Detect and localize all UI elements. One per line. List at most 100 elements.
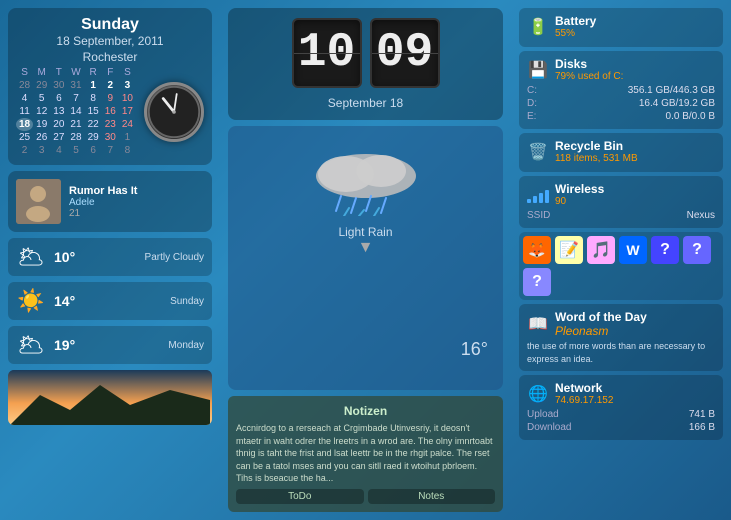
city-name: Rochester: [83, 50, 138, 64]
disks-widget: 💾 Disks 79% used of C: C: 356.1 GB/446.3…: [519, 51, 723, 129]
wireless-widget: Wireless 90 SSID Nexus: [519, 176, 723, 228]
network-title: Network: [555, 381, 613, 395]
track-info: Rumor Has It Adele 21: [69, 185, 204, 219]
cal-header-w: W: [67, 66, 84, 79]
calendar: S M T W R F S 28 29 30: [16, 66, 136, 157]
weather-cloud-svg: [301, 136, 431, 221]
ssid-value: Nexus: [687, 210, 715, 221]
word-definition: the use of more words than are necessary…: [527, 340, 715, 365]
album-art-image: [16, 179, 61, 224]
day-name: Sunday: [81, 16, 139, 34]
track-artist: Adele: [69, 197, 204, 208]
cal-week-1: 28 29 30 31 1 2 3: [16, 79, 136, 92]
disks-title: Disks: [555, 57, 623, 71]
photo-thumbnail: [8, 370, 212, 425]
flip-hour: 10: [292, 18, 362, 88]
weather-row-1: 🌥 10° Partly Cloudy: [8, 238, 212, 276]
notizen-widget: Notizen Accnirdog to a rerseach at Crgim…: [228, 396, 503, 512]
word-icon[interactable]: W: [619, 236, 647, 264]
weather-temp-main: 16°: [461, 339, 488, 360]
bar-2: [533, 196, 537, 203]
disk-c-row: C: 356.1 GB/446.3 GB: [527, 84, 715, 97]
notepad-icon[interactable]: 📝: [555, 236, 583, 264]
battery-title: Battery: [555, 14, 596, 28]
disk-d-row: D: 16.4 GB/19.2 GB: [527, 97, 715, 110]
help-icon-3[interactable]: ?: [523, 268, 551, 296]
cal-week-5: 25 26 27 28 29 30 1: [16, 131, 136, 144]
wireless-title: Wireless: [555, 182, 604, 196]
upload-label: Upload: [527, 409, 559, 420]
notes-button[interactable]: Notes: [368, 489, 496, 504]
disk-e-label: E:: [527, 111, 536, 122]
cal-header-r: R: [85, 66, 102, 79]
ssid-row: SSID Nexus: [527, 209, 715, 222]
help-icon-1[interactable]: ?: [651, 236, 679, 264]
cal-header-t1: T: [50, 66, 67, 79]
center-panel: 10 09 September 18 16° Light Rain: [220, 0, 511, 520]
right-panel: 🔋 Battery 55% 💾 Disks 79% used of C: C: …: [511, 0, 731, 520]
flip-clock-digits: 10 09: [292, 18, 440, 88]
word-icon-main: 📖: [527, 313, 549, 335]
recycle-subtitle: 118 items, 531 MB: [555, 153, 638, 164]
recycle-widget: 🗑️ Recycle Bin 118 items, 531 MB: [519, 133, 723, 172]
cal-header-s1: S: [16, 66, 33, 79]
date-line: 18 September, 2011: [56, 34, 163, 48]
left-panel: Sunday 18 September, 2011 Rochester S M …: [0, 0, 220, 520]
word-name: Pleonasm: [555, 324, 647, 338]
battery-icon: 🔋: [527, 16, 549, 38]
download-row: Download 166 B: [527, 421, 715, 434]
wireless-value: 90: [555, 196, 604, 207]
wireless-icon: [527, 184, 549, 206]
network-widget: 🌐 Network 74.69.17.152 Upload 741 B Down…: [519, 375, 723, 440]
album-art: [16, 179, 61, 224]
notizen-footer: ToDo Notes: [236, 489, 495, 504]
disk-e-row: E: 0.0 B/0.0 B: [527, 110, 715, 123]
date-clock-widget: Sunday 18 September, 2011 Rochester S M …: [8, 8, 212, 165]
download-label: Download: [527, 422, 571, 433]
firefox-icon[interactable]: 🦊: [523, 236, 551, 264]
cal-week-6: 2 3 4 5 6 7 8: [16, 144, 136, 157]
word-of-day-widget: 📖 Word of the Day Pleonasm the use of mo…: [519, 304, 723, 371]
battery-widget: 🔋 Battery 55%: [519, 8, 723, 47]
upload-value: 741 B: [689, 409, 715, 420]
network-ip: 74.69.17.152: [555, 395, 613, 406]
weather-row-3: 🌥 19° Monday: [8, 326, 212, 364]
now-playing-widget: Rumor Has It Adele 21: [8, 171, 212, 232]
cal-header-s2: S: [119, 66, 136, 79]
disk-c-label: C:: [527, 85, 537, 96]
flip-minute: 09: [370, 18, 440, 88]
recycle-title: Recycle Bin: [555, 139, 638, 153]
weather-desc-1: Partly Cloudy: [97, 252, 204, 263]
bar-4: [545, 190, 549, 203]
battery-percent: 55%: [555, 28, 596, 39]
weather-expand-arrow[interactable]: ▼: [358, 239, 374, 257]
disk-d-value: 16.4 GB/19.2 GB: [639, 98, 715, 109]
cal-week-3: 11 12 13 14 15 16 17: [16, 105, 136, 118]
disk-icon: 💾: [527, 59, 549, 81]
notizen-text: Accnirdog to a rerseach at Crgimbade Uti…: [236, 422, 495, 485]
todo-button[interactable]: ToDo: [236, 489, 364, 504]
disk-c-value: 356.1 GB/446.3 GB: [628, 85, 715, 96]
sun-icon: ☀️: [16, 288, 46, 314]
notizen-title: Notizen: [236, 404, 495, 418]
disks-subtitle: 79% used of C:: [555, 71, 623, 82]
cal-week-2: 4 5 6 7 8 9 10: [16, 92, 136, 105]
track-number: 21: [69, 208, 204, 219]
help-icon-2[interactable]: ?: [683, 236, 711, 264]
cal-header-m: M: [33, 66, 50, 79]
ssid-label: SSID: [527, 210, 550, 221]
download-value: 166 B: [689, 422, 715, 433]
upload-row: Upload 741 B: [527, 408, 715, 421]
word-title: Word of the Day: [555, 310, 647, 324]
flip-clock-widget: 10 09 September 18: [228, 8, 503, 120]
quick-launch-bar: 🦊 📝 🎵 W ? ? ?: [519, 232, 723, 300]
cal-header-f: F: [102, 66, 119, 79]
cloud-icon-1: 🌥: [16, 244, 46, 270]
weather-temp-3: 19°: [54, 337, 89, 353]
weather-desc-2: Sunday: [97, 296, 204, 307]
bar-3: [539, 193, 543, 203]
network-icon: 🌐: [527, 383, 549, 405]
weather-desc-3: Monday: [97, 340, 204, 351]
music-icon[interactable]: 🎵: [587, 236, 615, 264]
cloud-icon-3: 🌥: [16, 332, 46, 358]
